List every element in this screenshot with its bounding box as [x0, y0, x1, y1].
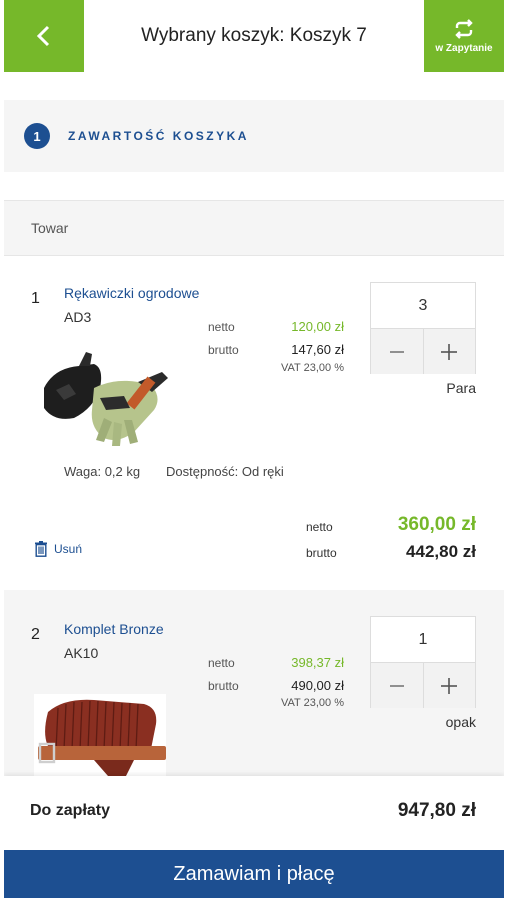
unit-gross-label: brutto [208, 679, 239, 693]
chevron-left-icon [36, 25, 50, 47]
quantity-stepper: 3 [370, 282, 476, 374]
vat-rate: VAT 23,00 % [281, 362, 344, 374]
unit-label: opak [445, 714, 476, 730]
total-net-label: netto [306, 520, 333, 534]
unit-gross-price: 490,00 zł [291, 678, 344, 693]
item-name-link[interactable]: Komplet Bronze [64, 621, 164, 637]
vat-rate: VAT 23,00 % [281, 697, 344, 709]
gloves-image [44, 352, 168, 446]
quantity-stepper: 1 [370, 616, 476, 708]
item-index: 2 [31, 626, 40, 643]
unit-label: Para [446, 380, 476, 396]
unit-net-label: netto [208, 320, 235, 334]
increase-quantity-button[interactable] [422, 329, 476, 374]
trash-icon [35, 541, 47, 557]
cart-item: 2 Komplet Bronze AK10 netto 398,37 zł br… [4, 590, 504, 776]
move-to-inquiry-button[interactable]: w Zapytanie [424, 0, 504, 72]
decrease-quantity-button[interactable] [371, 663, 423, 708]
item-availability: Dostępność: Od ręki [166, 464, 284, 479]
item-index: 1 [31, 290, 40, 307]
minus-icon [389, 350, 404, 353]
plus-icon [441, 343, 458, 360]
inquiry-label: w Zapytanie [435, 42, 493, 54]
item-code: AK10 [64, 645, 99, 661]
step-number-badge: 1 [24, 123, 50, 149]
cart-item: 1 Rękawiczki ogrodowe AD3 netto 120,00 z… [4, 256, 504, 590]
belt-set-image [34, 694, 166, 776]
unit-net-price: 398,37 zł [291, 655, 344, 670]
amount-due-value: 947,80 zł [397, 800, 476, 821]
page-title: Wybrany koszyk: Koszyk 7 [141, 25, 367, 46]
unit-net-label: netto [208, 656, 235, 670]
remove-item-button[interactable]: Usuń [34, 541, 82, 557]
repeat-icon [455, 18, 473, 39]
remove-label: Usuń [54, 542, 83, 556]
decrease-quantity-button[interactable] [371, 329, 423, 374]
place-order-button[interactable]: Zamawiam i płacę [4, 850, 504, 898]
minus-icon [389, 684, 404, 687]
step-section: 1 ZAWARTOŚĆ KOSZYKA [4, 100, 504, 172]
product-image-gloves[interactable] [34, 348, 170, 448]
total-gross-price: 442,80 zł [406, 542, 476, 561]
total-gross-label: brutto [306, 546, 337, 560]
back-button[interactable] [4, 0, 84, 72]
item-weight: Waga: 0,2 kg [64, 464, 141, 479]
column-header-product: Towar [4, 200, 504, 256]
increase-quantity-button[interactable] [422, 663, 476, 708]
product-image-belt-set[interactable] [34, 694, 166, 776]
quantity-input[interactable]: 1 [371, 617, 475, 663]
unit-net-price: 120,00 zł [291, 319, 344, 334]
total-net-price: 360,00 zł [397, 514, 476, 535]
step-title: ZAWARTOŚĆ KOSZYKA [68, 129, 249, 143]
order-summary: Do zapłaty 947,80 zł [4, 776, 504, 850]
header: Wybrany koszyk: Koszyk 7 w Zapytanie [4, 0, 504, 72]
unit-gross-label: brutto [208, 343, 239, 357]
item-code: AD3 [64, 309, 92, 325]
item-name-link[interactable]: Rękawiczki ogrodowe [64, 285, 199, 301]
quantity-input[interactable]: 3 [371, 283, 475, 329]
app-frame: Wybrany koszyk: Koszyk 7 w Zapytanie 1 Z… [4, 0, 504, 900]
unit-gross-price: 147,60 zł [291, 342, 344, 357]
plus-icon [441, 677, 458, 694]
amount-due-label: Do zapłaty [30, 802, 111, 819]
